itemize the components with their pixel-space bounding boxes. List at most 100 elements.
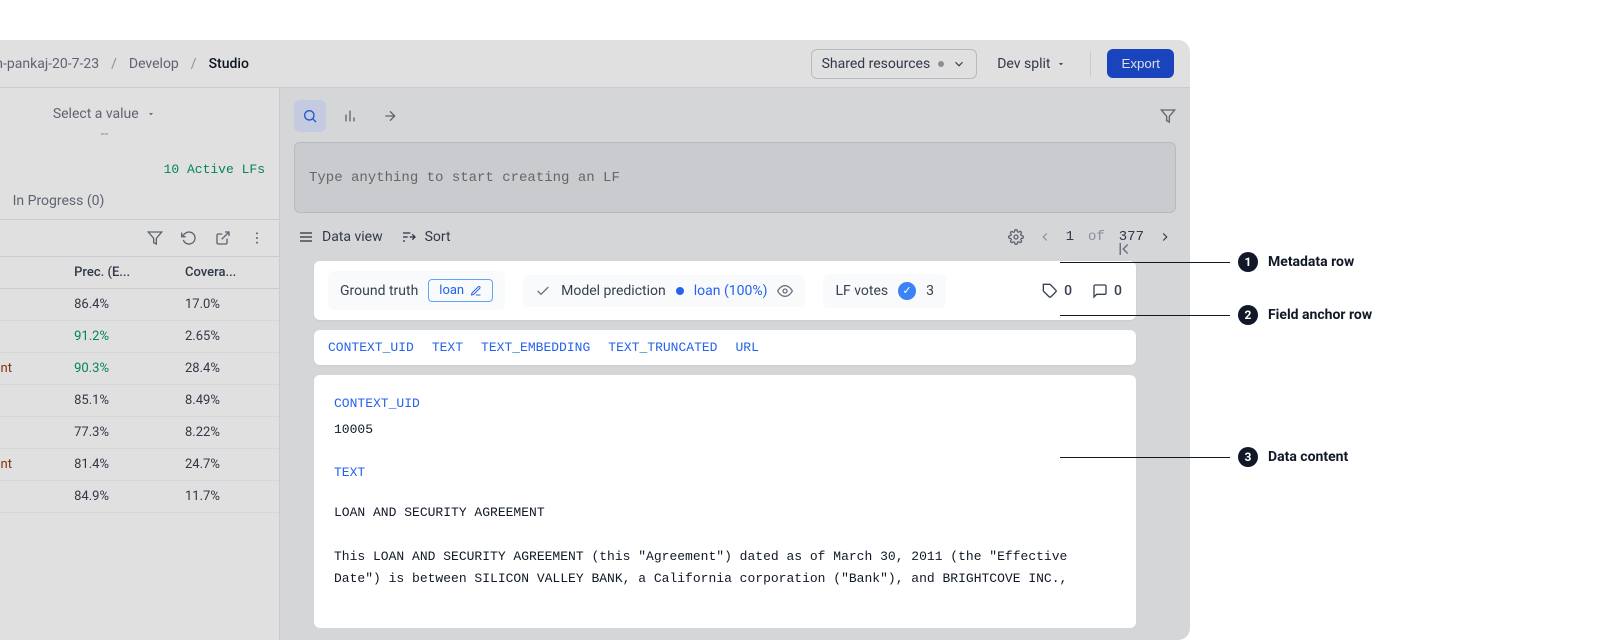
chevron-sep: / [111,56,117,72]
annotation-metadata-row: Metadata row [1268,254,1354,270]
cell-prec: 84.9% [64,481,175,513]
sort-icon [401,229,417,245]
sidebar: Select a value -- 10 Active LFs Inactive… [0,88,280,640]
shared-resources-label: Shared resources [822,56,931,72]
divider [1090,51,1091,77]
data-content: CONTEXT_UID 10005 TEXT LOAN AND SECURITY… [314,375,1136,628]
table-row[interactable]: stock 85.1% 8.49% [0,385,279,417]
annotation-bullet-3: 3 [1238,447,1258,467]
export-button[interactable]: Export [1107,49,1174,78]
ground-truth-label: Ground truth [340,283,418,299]
breadcrumb-current: Studio [209,56,249,72]
breadcrumb: sification-pankaj-20-7-23 / Develop / St… [0,56,799,72]
field-anchor-row: CONTEXT_UID TEXT TEXT_EMBEDDING TEXT_TRUNCA… [314,330,1136,365]
ground-truth-box: Ground truth loan [328,271,505,310]
table-row[interactable]: services 86.4% 17.0% [0,289,279,321]
cell-label: stock [0,385,64,417]
filter-icon[interactable] [147,230,163,246]
cell-cov: 2.65% [175,321,279,353]
more-icon[interactable] [249,230,265,246]
col-label[interactable]: Label [0,257,64,289]
pager-prev[interactable] [1038,230,1052,244]
breadcrumb-project[interactable]: sification-pankaj-20-7-23 [0,56,99,72]
cell-prec: 90.3% [64,353,175,385]
cell-label: loan [0,321,64,353]
tag-icon [1042,283,1058,299]
filter-icon[interactable] [1160,108,1176,124]
field-anchor-link[interactable]: TEXT [432,340,463,355]
status-dot-icon [938,61,944,67]
field-label-context-uid: CONTEXT_UID [334,393,1116,415]
chevron-sep: / [191,56,197,72]
bar-chart-icon[interactable] [334,100,366,132]
table-row[interactable]: employment 90.3% 28.4% [0,353,279,385]
annotation-field-anchor-row: Field anchor row [1268,307,1372,323]
table-row[interactable]: loan 84.9% 11.7% [0,481,279,513]
lf-input[interactable] [294,142,1176,213]
dev-split-label: Dev split [997,56,1050,72]
cell-cov: 24.7% [175,449,279,481]
pager-current: 1 [1066,229,1074,245]
annotation-bullet-2: 2 [1238,305,1258,325]
sort-toggle[interactable]: Sort [401,229,451,245]
ground-truth-chip[interactable]: loan [428,279,493,302]
comments-count[interactable]: 0 [1092,283,1122,299]
lf-votes-box: LF votes ✓ 3 [823,274,946,308]
field-anchor-link[interactable]: CONTEXT_UID [328,340,414,355]
main-panel: Data view Sort 1 of 377 [280,88,1190,640]
cell-label: employment [0,353,64,385]
select-value-dropdown[interactable]: Select a value [0,88,279,126]
cell-prec: 86.4% [64,289,175,321]
cell-cov: 8.49% [175,385,279,417]
cell-label: services [0,289,64,321]
field-anchor-link[interactable]: TEXT_EMBEDDING [481,340,590,355]
cell-label: services [0,417,64,449]
check-icon [535,283,551,299]
lf-votes-label: LF votes [835,283,888,299]
caret-down-icon [146,109,156,119]
metadata-row: Ground truth loan Model prediction loan … [314,261,1136,320]
lf-table: Label Prec. (E... Covera... services 86.… [0,256,279,513]
eye-icon[interactable] [777,283,793,299]
pager-next[interactable] [1158,230,1172,244]
dev-split-dropdown[interactable]: Dev split [997,56,1066,72]
table-row[interactable]: employment 81.4% 24.7% [0,449,279,481]
cell-cov: 28.4% [175,353,279,385]
active-lfs-count: 10 Active LFs [0,154,279,185]
cell-cov: 17.0% [175,289,279,321]
breadcrumb-section[interactable]: Develop [129,56,179,72]
pencil-icon [470,285,482,297]
chevron-down-icon [952,57,966,71]
field-anchor-link[interactable]: URL [735,340,758,355]
tags-count[interactable]: 0 [1042,283,1072,299]
col-prec[interactable]: Prec. (E... [64,257,175,289]
cell-cov: 11.7% [175,481,279,513]
table-row[interactable]: loan 91.2% 2.65% [0,321,279,353]
gear-icon[interactable] [1008,229,1024,245]
field-label-text: TEXT [334,462,1116,484]
cell-prec: 85.1% [64,385,175,417]
annotation-bullet-1: 1 [1238,252,1258,272]
cell-prec: 77.3% [64,417,175,449]
search-icon[interactable] [294,100,326,132]
lf-votes-count: 3 [926,283,934,299]
field-anchor-link[interactable]: TEXT_TRUNCATED [608,340,717,355]
comment-icon [1092,283,1108,299]
model-prediction-box: Model prediction loan (100%) [523,275,805,307]
col-cov[interactable]: Covera... [175,257,279,289]
model-prediction-value: loan (100%) [694,283,768,299]
cell-prec: 91.2% [64,321,175,353]
cell-cov: 8.22% [175,417,279,449]
refresh-icon[interactable] [181,230,197,246]
shared-resources-dropdown[interactable]: Shared resources [811,49,978,79]
model-prediction-label: Model prediction [561,283,666,299]
cell-prec: 81.4% [64,449,175,481]
menu-icon [298,229,314,245]
arrow-right-icon[interactable] [374,100,406,132]
table-row[interactable]: services 77.3% 8.22% [0,417,279,449]
dot-icon [676,287,684,295]
data-view-toggle[interactable]: Data view [298,229,383,245]
external-link-icon[interactable] [215,230,231,246]
check-badge-icon: ✓ [898,282,916,300]
tab-in-progress[interactable]: In Progress (0) [13,193,105,209]
